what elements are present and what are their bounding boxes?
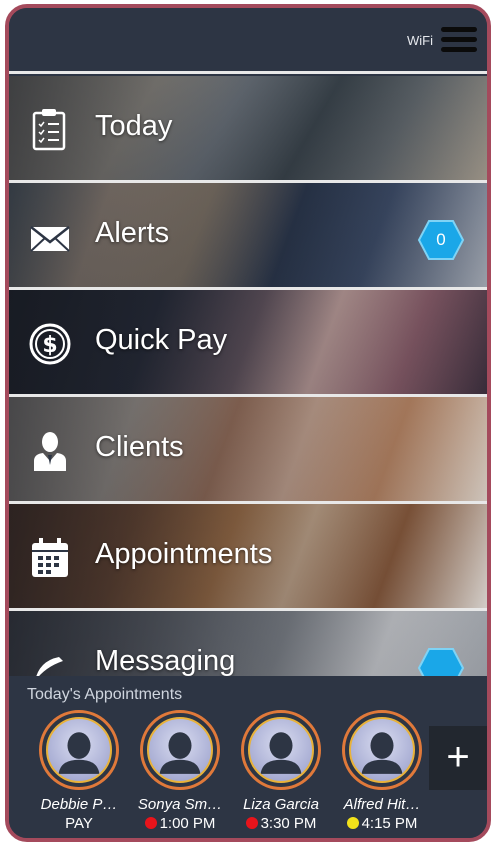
calendar-icon: [32, 538, 68, 577]
alerts-count-badge: 0: [436, 230, 446, 249]
avatar: [140, 710, 220, 790]
menu-item-clients[interactable]: Clients: [9, 397, 487, 504]
menu-item-quick-pay[interactable]: $ Quick Pay: [9, 290, 487, 397]
appointment-card[interactable]: Alfred Hit… 4:15 PM: [334, 710, 430, 832]
appointment-status: PAY: [65, 815, 93, 832]
appointment-client-name: Debbie P…: [40, 796, 118, 813]
wifi-status: WiFi: [407, 33, 433, 48]
menu-item-label: Appointments: [95, 538, 273, 570]
person-avatar-icon: [361, 732, 403, 774]
person-avatar-icon: [260, 732, 302, 774]
app-frame: WiFi Today Alerts 0 $ Quick Pay Clients …: [5, 4, 491, 842]
envelope-icon: [30, 226, 70, 252]
dollar-icon: $: [29, 323, 71, 365]
avatar: [39, 710, 119, 790]
svg-text:$: $: [42, 333, 57, 358]
menu-item-label: Today: [95, 110, 173, 142]
hamburger-menu-icon[interactable]: [441, 27, 477, 55]
appointment-client-name: Sonya Sm…: [137, 796, 223, 813]
menu-item-appointments[interactable]: Appointments: [9, 504, 487, 611]
avatar: [241, 710, 321, 790]
todays-appointments-panel: Today's Appointments Debbie P… PAY Sonya…: [9, 676, 487, 838]
appointment-client-name: Liza Garcia: [243, 796, 319, 813]
status-dot-red: [144, 817, 157, 829]
appointment-card[interactable]: Liza Garcia 3:30 PM: [233, 710, 329, 832]
appointment-status: 1:00 PM: [132, 815, 228, 832]
clipboard-icon: [32, 109, 66, 151]
appointment-card[interactable]: Sonya Sm… 1:00 PM: [132, 710, 228, 832]
main-menu: Today Alerts 0 $ Quick Pay Clients Appoi…: [9, 76, 487, 718]
menu-item-today[interactable]: Today: [9, 76, 487, 183]
top-bar: WiFi: [9, 8, 487, 74]
panel-title: Today's Appointments: [27, 686, 183, 703]
appointment-status: 4:15 PM: [334, 815, 430, 832]
add-appointment-button[interactable]: +: [429, 726, 487, 790]
status-dot-yellow: [346, 817, 359, 829]
person-avatar-icon: [159, 732, 201, 774]
appointment-card[interactable]: Debbie P… PAY: [31, 710, 127, 832]
menu-item-label: Quick Pay: [95, 324, 228, 356]
menu-item-label: Messaging: [95, 645, 236, 677]
avatar: [342, 710, 422, 790]
appointment-client-name: Alfred Hit…: [343, 796, 421, 813]
status-dot-red: [245, 817, 258, 829]
menu-item-alerts[interactable]: Alerts 0: [9, 183, 487, 290]
menu-item-label: Alerts: [95, 217, 170, 249]
person-avatar-icon: [58, 732, 100, 774]
appointment-status: 3:30 PM: [233, 815, 329, 832]
menu-item-label: Clients: [95, 431, 184, 463]
person-icon: [34, 432, 66, 471]
